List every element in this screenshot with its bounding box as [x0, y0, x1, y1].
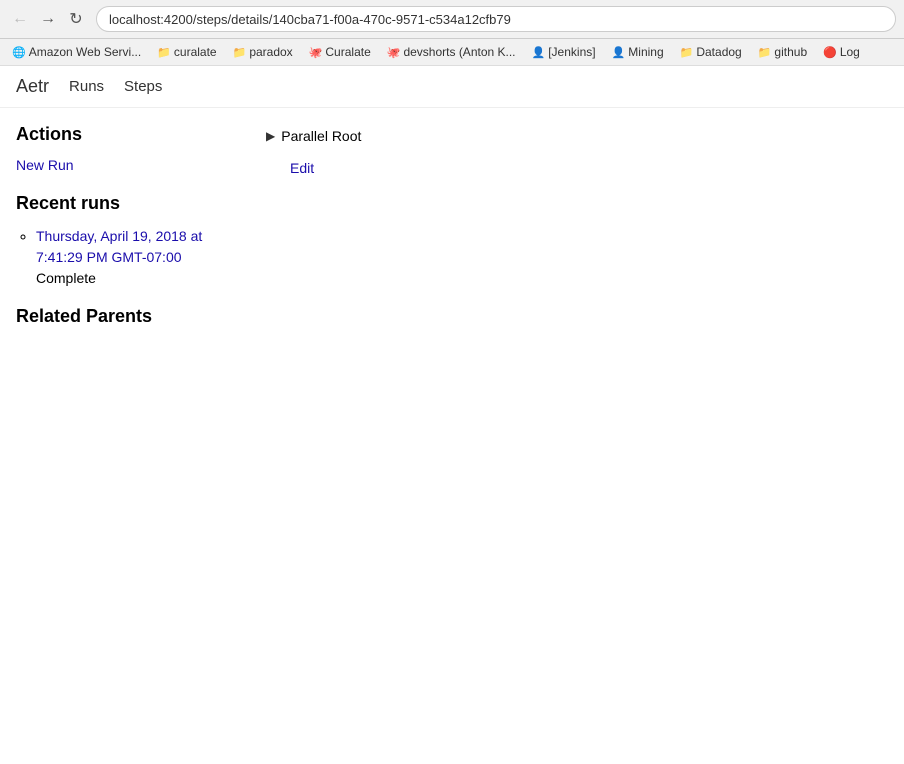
nav-steps[interactable]: Steps	[124, 78, 162, 95]
bookmark-folder-icon-3: 📁	[680, 46, 694, 59]
address-bar[interactable]: localhost:4200/steps/details/140cba71-f0…	[96, 6, 896, 32]
back-button[interactable]: ←	[8, 7, 32, 31]
bookmark-curalate-label: curalate	[174, 45, 217, 59]
nav-buttons: ← → ↻	[8, 7, 88, 31]
new-run-link[interactable]: New Run	[16, 157, 74, 173]
bookmark-jenkins-icon: 👤	[532, 46, 546, 59]
left-panel: Actions New Run Recent runs Thursday, Ap…	[16, 124, 236, 327]
bookmark-aws-icon: 🌐	[12, 46, 26, 59]
bookmark-jenkins-label: [Jenkins]	[548, 45, 595, 59]
bookmark-folder-icon-4: 📁	[758, 46, 772, 59]
page-content: Aetr Runs Steps Actions New Run Recent r…	[0, 66, 904, 343]
bookmark-mining-icon: 👤	[612, 46, 626, 59]
bookmark-devshorts[interactable]: 🐙 devshorts (Anton K...	[383, 43, 520, 61]
bookmark-mining[interactable]: 👤 Mining	[608, 43, 668, 61]
url-text: localhost:4200/steps/details/140cba71-f0…	[109, 12, 511, 27]
bookmark-mining-label: Mining	[628, 45, 663, 59]
bookmark-datadog[interactable]: 📁 Datadog	[676, 43, 746, 61]
bookmark-log-label: Log	[840, 45, 860, 59]
app-name: Aetr	[16, 76, 49, 97]
forward-button[interactable]: →	[36, 7, 60, 31]
run-date-link[interactable]: Thursday, April 19, 2018 at 7:41:29 PM G…	[36, 226, 236, 268]
right-panel: ▶ Parallel Root Edit	[266, 124, 888, 327]
reload-button[interactable]: ↻	[64, 7, 88, 31]
bookmark-paradox[interactable]: 📁 paradox	[229, 43, 297, 61]
nav-runs[interactable]: Runs	[69, 78, 104, 95]
bookmark-paradox-label: paradox	[249, 45, 292, 59]
bookmark-curalate[interactable]: 📁 curalate	[153, 43, 220, 61]
bookmark-folder-icon-2: 📁	[233, 46, 247, 59]
bookmark-github-label: github	[774, 45, 807, 59]
bookmark-devshorts-label: devshorts (Anton K...	[403, 45, 515, 59]
run-status: Complete	[36, 270, 236, 286]
bookmarks-bar: 🌐 Amazon Web Servi... 📁 curalate 📁 parad…	[0, 39, 904, 66]
run-list-item: Thursday, April 19, 2018 at 7:41:29 PM G…	[36, 226, 236, 286]
main-layout: Actions New Run Recent runs Thursday, Ap…	[0, 108, 904, 343]
triangle-icon: ▶	[266, 129, 275, 143]
bookmark-aws[interactable]: 🌐 Amazon Web Servi...	[8, 43, 145, 61]
actions-title: Actions	[16, 124, 236, 145]
edit-link[interactable]: Edit	[290, 160, 314, 176]
bookmark-log[interactable]: 🔴 Log	[819, 43, 864, 61]
bookmark-curalate-gh[interactable]: 🐙 Curalate	[305, 43, 375, 61]
bookmark-datadog-label: Datadog	[696, 45, 741, 59]
bookmark-curalate-gh-label: Curalate	[325, 45, 370, 59]
bookmark-jenkins[interactable]: 👤 [Jenkins]	[528, 43, 600, 61]
bookmark-folder-icon-1: 📁	[157, 46, 171, 59]
bookmark-gh-icon-1: 🐙	[309, 46, 323, 59]
bookmark-gh-icon-2: 🐙	[387, 46, 401, 59]
top-nav: Aetr Runs Steps	[0, 66, 904, 108]
recent-runs-title: Recent runs	[16, 193, 236, 214]
parallel-root-label: Parallel Root	[281, 128, 361, 144]
bookmark-aws-label: Amazon Web Servi...	[29, 45, 142, 59]
bookmark-log-icon: 🔴	[823, 46, 837, 59]
bookmark-github[interactable]: 📁 github	[754, 43, 811, 61]
run-list: Thursday, April 19, 2018 at 7:41:29 PM G…	[16, 226, 236, 286]
related-parents-title: Related Parents	[16, 306, 236, 327]
parallel-root-container: ▶ Parallel Root	[266, 128, 888, 144]
browser-chrome: ← → ↻ localhost:4200/steps/details/140cb…	[0, 0, 904, 39]
